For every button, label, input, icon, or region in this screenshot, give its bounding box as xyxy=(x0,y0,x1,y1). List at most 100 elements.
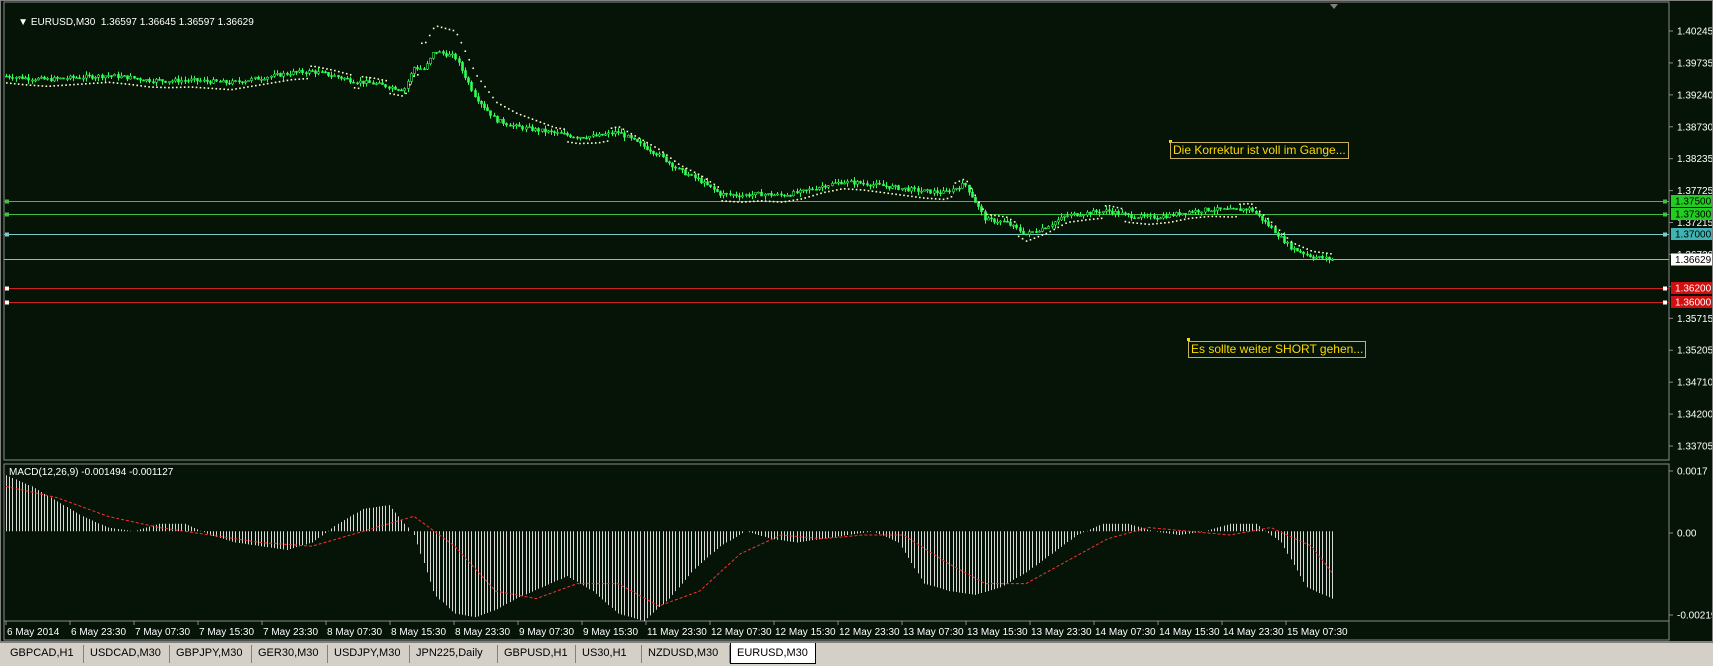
candle-body xyxy=(1331,259,1334,261)
sar-dot xyxy=(231,88,233,91)
tab-gbpcad-h1[interactable]: GBPCAD,H1 xyxy=(4,645,84,663)
time-tick-label: 6 May 2014 xyxy=(7,627,60,638)
sar-dot xyxy=(634,135,637,137)
note-short[interactable]: Es sollte weiter SHORT gehen... xyxy=(1188,341,1367,358)
candle-body xyxy=(604,133,607,136)
sar-dot xyxy=(539,121,542,123)
candle-body xyxy=(438,51,441,53)
candle-body xyxy=(1098,211,1101,214)
sar-dot xyxy=(1314,250,1316,253)
sar-dot xyxy=(1247,202,1249,205)
sar-dot xyxy=(1085,219,1087,221)
candle-body xyxy=(330,75,333,77)
candle-body xyxy=(489,110,492,116)
candle-body xyxy=(1143,214,1146,217)
collapse-triangle-icon[interactable]: ▼ xyxy=(18,17,28,28)
tab-usdjpy-m30[interactable]: USDJPY,M30 xyxy=(328,645,410,663)
candle-body xyxy=(770,193,773,196)
sar-dot xyxy=(326,68,328,70)
candle-body xyxy=(43,76,46,80)
note-correction[interactable]: Die Korrektur ist voll im Gange... xyxy=(1170,142,1349,159)
candle-body xyxy=(971,191,974,198)
candle-body xyxy=(244,81,247,83)
sar-dot xyxy=(741,201,743,203)
candle-body xyxy=(709,184,712,187)
chart-canvas[interactable]: 1.402451.397351.392401.387301.382351.377… xyxy=(1,1,1712,641)
candle-body xyxy=(270,75,273,78)
candle-body xyxy=(164,80,167,83)
tab-eurusd-m30[interactable]: EURUSD,M30 xyxy=(730,643,816,664)
candle-body xyxy=(104,75,107,79)
candle-body xyxy=(694,174,697,179)
candle-body xyxy=(1028,231,1031,235)
sar-dot xyxy=(140,85,142,87)
candle-body xyxy=(1299,250,1302,253)
candle-body xyxy=(1063,215,1066,218)
candle-body xyxy=(875,182,878,185)
sar-dot xyxy=(685,167,688,170)
sar-dot xyxy=(385,79,388,82)
sar-dot xyxy=(25,84,28,86)
sar-dot xyxy=(930,197,933,200)
sar-dot xyxy=(45,85,48,88)
tab-nzdusd-m30[interactable]: NZDUSD,M30 xyxy=(642,645,730,663)
level-price-label: 1.36200 xyxy=(1675,284,1712,295)
candle-body xyxy=(796,191,799,194)
candle-body xyxy=(582,136,585,139)
candle-body xyxy=(566,133,569,136)
sar-dot xyxy=(377,78,380,80)
candle-body xyxy=(219,80,222,83)
candle-body xyxy=(556,132,559,134)
sar-dot xyxy=(511,110,514,112)
chart-window[interactable]: 1.40245 1.39735 1.39240 1.38730 1.38235 1.377… xyxy=(0,0,1713,642)
candle-body xyxy=(687,174,690,176)
candle-body xyxy=(907,187,910,192)
sar-dot xyxy=(583,142,585,145)
candle-body xyxy=(1066,215,1069,217)
candle-body xyxy=(435,52,438,54)
candle-body xyxy=(1325,256,1328,259)
candle-body xyxy=(509,124,512,127)
sar-dot xyxy=(1116,206,1119,209)
sar-dot xyxy=(456,33,459,36)
sar-dot xyxy=(436,25,439,28)
sar-dot xyxy=(492,96,494,99)
candle-body xyxy=(872,184,875,187)
sar-dot xyxy=(361,75,364,78)
sar-dot xyxy=(788,200,791,202)
sar-dot xyxy=(1128,221,1131,224)
candle-body xyxy=(1006,221,1009,223)
sar-dot xyxy=(1057,226,1059,229)
level-handle-left xyxy=(5,300,9,305)
tab-usdcad-m30[interactable]: USDCAD,M30 xyxy=(84,645,170,663)
sar-dot xyxy=(302,78,305,80)
sar-dot xyxy=(666,154,668,156)
candle-body xyxy=(480,100,483,105)
tab-us30-h1[interactable]: US30,H1 xyxy=(576,645,642,663)
sar-dot xyxy=(1168,221,1170,224)
sar-dot xyxy=(642,139,644,142)
sar-dot xyxy=(124,83,127,85)
candle-body xyxy=(891,185,894,189)
sar-dot xyxy=(1081,219,1083,222)
sar-dot xyxy=(1045,232,1048,235)
candle-body xyxy=(811,188,814,191)
candle-body xyxy=(107,75,110,77)
candle-body xyxy=(646,146,649,151)
candle-body xyxy=(722,193,725,196)
candle-body xyxy=(69,75,72,79)
sar-dot xyxy=(1254,206,1257,209)
candle-body xyxy=(1213,210,1216,212)
candle-body xyxy=(894,185,897,187)
tab-jpn225-daily[interactable]: JPN225,Daily xyxy=(410,645,498,663)
candle-body xyxy=(470,81,473,91)
candle-body xyxy=(929,189,932,194)
sar-dot xyxy=(1203,216,1206,218)
candle-body xyxy=(926,189,929,192)
tab-gbpusd-h1[interactable]: GBPUSD,H1 xyxy=(498,645,576,663)
tab-ger30-m30[interactable]: GER30,M30 xyxy=(252,645,328,663)
candle-body xyxy=(426,63,429,70)
candle-body xyxy=(129,76,132,80)
candle-body xyxy=(241,81,244,84)
tab-gbpjpy-m30[interactable]: GBPJPY,M30 xyxy=(170,645,252,663)
